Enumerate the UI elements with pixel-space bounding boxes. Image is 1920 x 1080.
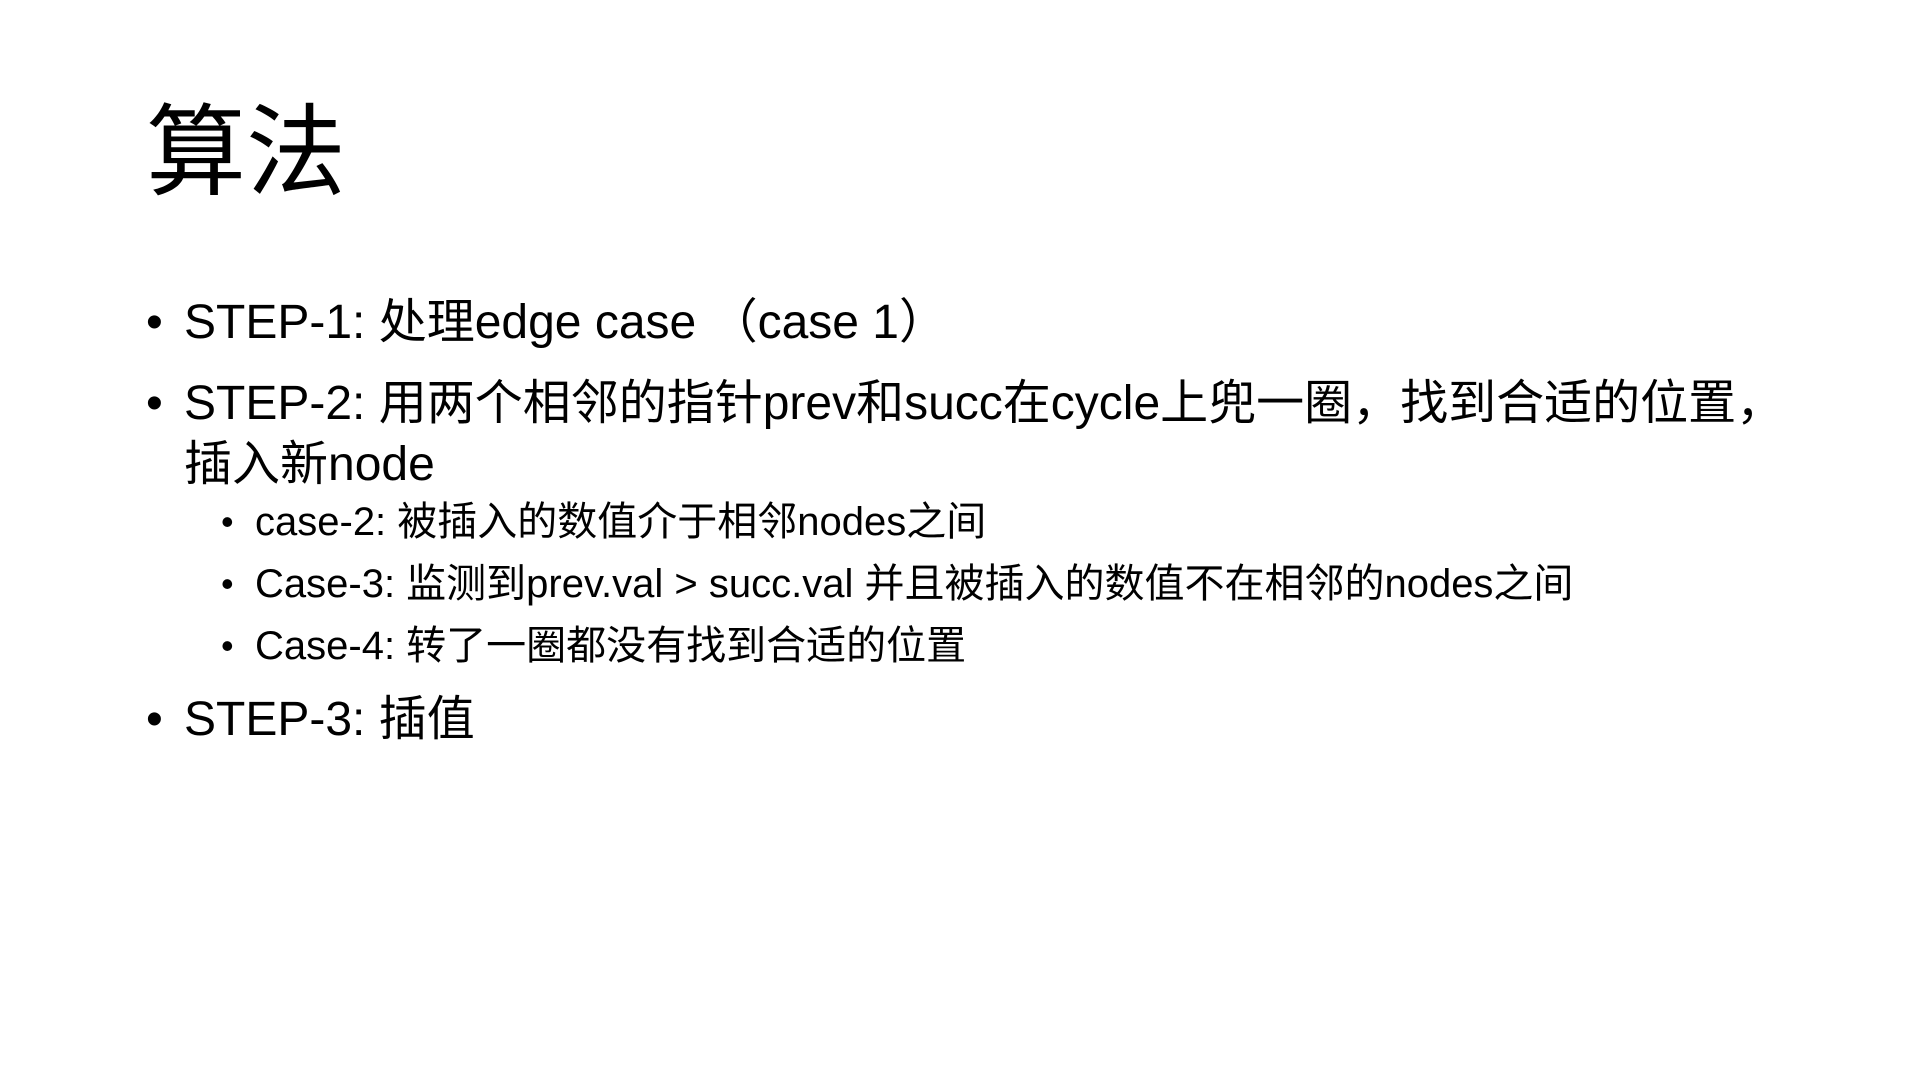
bullet-icon: • [221, 501, 234, 542]
bullet-icon: • [221, 563, 234, 604]
case-4-text: Case-4: 转了一圈都没有找到合适的位置 [255, 624, 967, 668]
slide-title: 算法 [146, 97, 346, 209]
step-2-sublist: • case-2: 被插入的数值介于相邻nodes之间 • Case-3: 监测… [146, 491, 1786, 677]
step-1-text: STEP-1: 处理edge case （case 1） [184, 296, 947, 349]
bullet-icon: • [146, 296, 163, 349]
bullet-list: • STEP-1: 处理edge case （case 1） • STEP-2:… [146, 292, 1786, 770]
case-2-item: • case-2: 被插入的数值介于相邻nodes之间 [146, 491, 1786, 553]
case-2-text: case-2: 被插入的数值介于相邻nodes之间 [255, 500, 987, 544]
case-3-text: Case-3: 监测到prev.val > succ.val 并且被插入的数值不… [255, 562, 1574, 606]
bullet-icon: • [146, 693, 163, 746]
bullet-icon: • [146, 377, 163, 430]
step-3-text: STEP-3: 插值 [184, 693, 475, 746]
bullet-icon: • [221, 625, 234, 666]
step-2-text: STEP-2: 用两个相邻的指针prev和succ在cycle上兜一圈，找到合适… [184, 377, 1785, 491]
step-1-item: • STEP-1: 处理edge case （case 1） [146, 292, 1786, 353]
case-3-item: • Case-3: 监测到prev.val > succ.val 并且被插入的数… [146, 553, 1786, 615]
slide: 算法 • STEP-1: 处理edge case （case 1） • STEP… [0, 0, 1920, 1080]
step-2-item: • STEP-2: 用两个相邻的指针prev和succ在cycle上兜一圈，找到… [146, 373, 1786, 495]
step-3-item: • STEP-3: 插值 [146, 689, 1786, 750]
step-2-sublist-wrapper: • case-2: 被插入的数值介于相邻nodes之间 • Case-3: 监测… [146, 491, 1786, 677]
case-4-item: • Case-4: 转了一圈都没有找到合适的位置 [146, 615, 1786, 677]
